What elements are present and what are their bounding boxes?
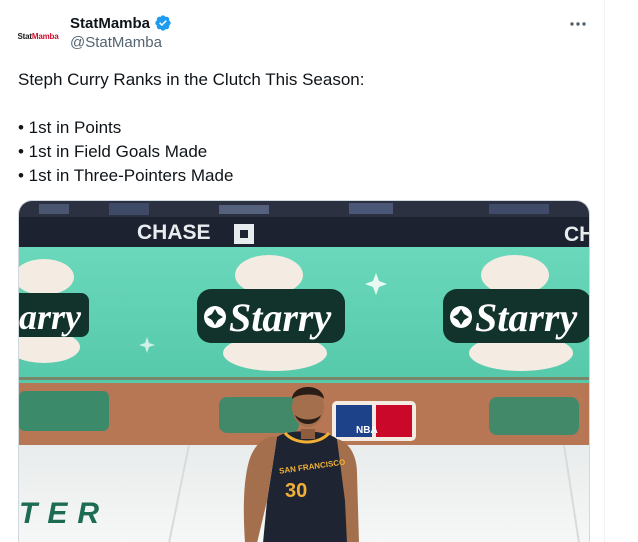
tweet-bullet-field-goals: • 1st in Field Goals Made (18, 142, 208, 161)
starry-banner: arry Starry Starry (19, 247, 589, 383)
jersey-number-text: 30 (285, 480, 307, 502)
avatar[interactable]: StatMamba (18, 16, 59, 56)
league-logo-text: NBA (356, 425, 378, 436)
more-dots-icon (570, 22, 586, 26)
avatar-logo-accent: Mamba (31, 31, 59, 41)
avatar-logo: StatMamba (18, 32, 59, 41)
starry-text-right: Starry (475, 295, 577, 340)
verified-badge-icon (154, 14, 172, 32)
sponsor-text: CHASE (137, 221, 211, 244)
chase-octagon-icon (234, 224, 254, 244)
tweet-media-photo[interactable]: CHASE CH arry Starry (18, 200, 590, 542)
starry-text-left: arry (19, 297, 82, 337)
author-display-name[interactable]: StatMamba (70, 15, 150, 32)
starry-text-center: Starry (229, 295, 331, 340)
avatar-logo-main: Stat (17, 31, 33, 41)
sponsor-board: CHASE CH (19, 217, 590, 247)
tweet-text: Steph Curry Ranks in the Clutch This Sea… (18, 68, 590, 188)
nba-logo: NBA (332, 401, 416, 441)
sponsor-text-partial: CH (564, 223, 590, 246)
author-name-row: StatMamba (70, 14, 172, 32)
tweet-bullet-points: • 1st in Points (18, 118, 122, 137)
tweet-headline: Steph Curry Ranks in the Clutch This Sea… (18, 70, 365, 89)
timeline-divider (604, 0, 605, 542)
tweet-bullet-three-pointers: • 1st in Three-Pointers Made (18, 166, 234, 185)
court-text: TER (19, 497, 109, 530)
tweet-header: StatMamba StatMamba @StatMamba (18, 12, 590, 60)
more-options-button[interactable] (566, 14, 590, 34)
author-handle[interactable]: @StatMamba (70, 34, 162, 51)
crowd-strip (19, 201, 589, 217)
